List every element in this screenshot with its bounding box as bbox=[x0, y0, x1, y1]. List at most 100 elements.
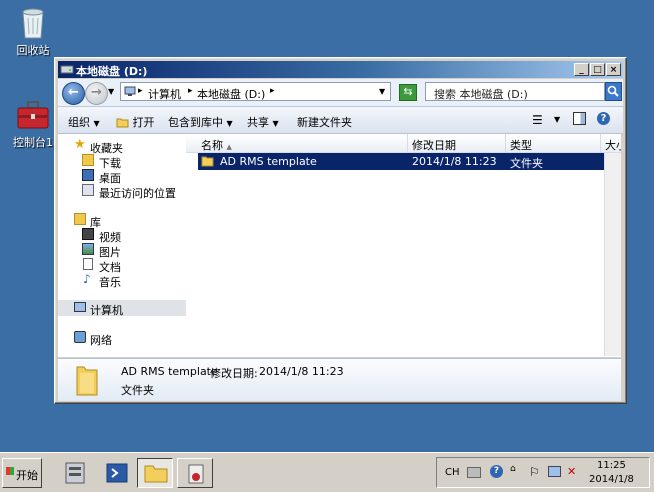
address-separator-icon: ▸ bbox=[270, 86, 275, 96]
chevron-down-icon: ▼ bbox=[272, 119, 279, 128]
organize-menu[interactable]: 组织 ▼ bbox=[68, 114, 100, 130]
explorer-folder-icon bbox=[144, 465, 168, 483]
forward-button[interactable]: → bbox=[85, 82, 108, 105]
recent-places-icon bbox=[82, 184, 94, 196]
details-pane: AD RMS template 修改日期: 2014/1/8 11:23 文件夹 bbox=[58, 358, 621, 401]
nav-music[interactable]: ♪ 音乐 bbox=[58, 272, 186, 289]
details-name: AD RMS template bbox=[121, 365, 218, 378]
taskbar-explorer-button[interactable] bbox=[137, 458, 173, 488]
address-crumb-drive[interactable]: 本地磁盘 (D:) bbox=[197, 86, 265, 102]
back-button[interactable]: ← bbox=[62, 82, 85, 105]
keyboard-icon[interactable] bbox=[467, 467, 481, 478]
new-folder-button[interactable]: 新建文件夹 bbox=[297, 114, 352, 130]
window-titlebar[interactable]: 本地磁盘 (D:) _ □ × bbox=[58, 61, 623, 78]
explorer-window: 本地磁盘 (D:) _ □ × ← → ▼ ▸ 计算机 ▸ 本地磁盘 (D:) … bbox=[54, 57, 627, 404]
details-type: 文件夹 bbox=[121, 384, 154, 397]
quicklaunch-server-manager[interactable] bbox=[60, 459, 90, 487]
navigation-pane: ★ 收藏夹 下载 桌面 最近访问的位置 库 视频 图片 文档 ♪ 音乐 计算机 … bbox=[58, 134, 187, 357]
nav-favorites[interactable]: ★ 收藏夹 bbox=[58, 137, 186, 155]
search-input[interactable]: 搜索 本地磁盘 (D:) bbox=[434, 86, 528, 102]
row-type: 文件夹 bbox=[510, 157, 543, 170]
document-icon bbox=[83, 258, 93, 270]
column-headers: 名称 ▲ 修改日期 类型 大小 bbox=[186, 134, 621, 153]
server-manager-icon bbox=[65, 462, 85, 484]
windows-logo-icon bbox=[6, 467, 14, 475]
toolbox-icon bbox=[17, 101, 49, 129]
nav-computer[interactable]: 计算机 bbox=[58, 300, 186, 317]
library-icon bbox=[74, 213, 86, 225]
column-type[interactable]: 类型 bbox=[510, 137, 532, 153]
network-icon bbox=[74, 331, 86, 343]
column-name[interactable]: 名称 ▲ bbox=[201, 137, 232, 153]
taskbar: 开始 CH ? ⌂ ⚐ ✕ 11:25 2014/1/8 bbox=[0, 452, 654, 492]
star-icon: ★ bbox=[74, 137, 86, 152]
command-bar: 组织 ▼ 打开 包含到库中 ▼ 共享 ▼ 新建文件夹 ☰ ▼ ? bbox=[58, 107, 623, 134]
computer-icon bbox=[74, 302, 86, 312]
taskbar-app-button[interactable] bbox=[177, 458, 213, 488]
recycle-bin-icon bbox=[22, 8, 44, 39]
system-tray: CH ? ⌂ ⚐ ✕ 11:25 2014/1/8 bbox=[436, 457, 650, 488]
folder-icon bbox=[201, 156, 214, 167]
view-options-icon[interactable]: ☰ bbox=[532, 113, 543, 127]
nav-recent-places[interactable]: 最近访问的位置 bbox=[58, 183, 186, 200]
share-menu[interactable]: 共享 ▼ bbox=[247, 114, 279, 130]
nav-videos[interactable]: 视频 bbox=[58, 227, 186, 244]
computer-small-icon bbox=[124, 86, 136, 96]
sort-ascending-icon: ▲ bbox=[226, 143, 232, 151]
application-icon bbox=[188, 464, 204, 484]
history-dropdown-icon[interactable]: ▼ bbox=[108, 87, 114, 96]
chevron-down-icon: ▼ bbox=[93, 119, 100, 128]
view-dropdown-icon[interactable]: ▼ bbox=[554, 115, 560, 124]
row-modified: 2014/1/8 11:23 bbox=[412, 155, 497, 168]
nav-desktop[interactable]: 桌面 bbox=[58, 168, 186, 185]
refresh-icon: ⇆ bbox=[403, 85, 413, 98]
language-indicator[interactable]: CH bbox=[445, 467, 460, 478]
nav-network[interactable]: 网络 bbox=[58, 330, 186, 347]
chevron-down-icon: ▼ bbox=[226, 119, 233, 128]
include-in-library-menu[interactable]: 包含到库中 ▼ bbox=[168, 114, 233, 130]
nav-documents[interactable]: 文档 bbox=[58, 257, 186, 274]
nav-libraries[interactable]: 库 bbox=[58, 212, 186, 229]
row-name: AD RMS template bbox=[220, 155, 317, 168]
preview-pane-icon[interactable] bbox=[573, 112, 586, 125]
help-icon[interactable]: ? bbox=[597, 112, 610, 125]
folder-open-icon bbox=[116, 118, 129, 128]
folder-large-icon bbox=[76, 366, 98, 396]
address-separator-icon: ▸ bbox=[188, 86, 193, 96]
volume-muted-icon[interactable]: ✕ bbox=[567, 465, 576, 478]
address-bar[interactable]: ▸ 计算机 ▸ 本地磁盘 (D:) ▸ ▼ bbox=[120, 82, 391, 101]
quicklaunch-powershell[interactable] bbox=[103, 459, 131, 487]
flag-icon[interactable]: ⚐ bbox=[529, 465, 540, 479]
clock-date[interactable]: 2014/1/8 bbox=[589, 474, 634, 485]
refresh-button[interactable]: ⇆ bbox=[399, 84, 417, 101]
network-tray-icon[interactable] bbox=[548, 466, 561, 477]
column-size[interactable]: 大小 bbox=[605, 137, 621, 153]
pictures-icon bbox=[82, 243, 94, 255]
column-modified[interactable]: 修改日期 bbox=[412, 137, 456, 153]
address-dropdown-icon[interactable]: ▼ bbox=[379, 87, 385, 96]
maximize-button[interactable]: □ bbox=[590, 63, 605, 76]
recycle-bin-label: 回收站 bbox=[16, 44, 50, 57]
details-modified: 2014/1/8 11:23 bbox=[259, 365, 344, 378]
nav-pictures[interactable]: 图片 bbox=[58, 242, 186, 259]
drive-icon bbox=[60, 65, 74, 74]
minimize-button[interactable]: _ bbox=[574, 63, 589, 76]
table-row[interactable]: AD RMS template 2014/1/8 11:23 文件夹 bbox=[198, 153, 621, 170]
address-separator-icon: ▸ bbox=[138, 86, 143, 96]
search-box[interactable]: 搜索 本地磁盘 (D:) bbox=[425, 82, 605, 101]
close-button[interactable]: × bbox=[606, 63, 621, 76]
video-icon bbox=[82, 228, 94, 240]
search-button[interactable] bbox=[605, 82, 622, 101]
help-circle-icon[interactable]: ? bbox=[490, 465, 503, 478]
clock-time[interactable]: 11:25 bbox=[597, 460, 626, 471]
recycle-bin-desktop-icon[interactable]: 回收站 bbox=[3, 6, 63, 58]
music-note-icon: ♪ bbox=[83, 272, 91, 286]
nav-downloads[interactable]: 下载 bbox=[58, 153, 186, 170]
downloads-folder-icon bbox=[82, 154, 94, 166]
open-button[interactable]: 打开 bbox=[116, 114, 155, 130]
tray-options-icon[interactable]: ⌂ bbox=[510, 464, 516, 474]
file-list: 名称 ▲ 修改日期 类型 大小 AD RMS template 2014/1/8… bbox=[186, 134, 621, 357]
address-crumb-computer[interactable]: 计算机 bbox=[148, 86, 181, 102]
scrollbar[interactable] bbox=[604, 153, 621, 356]
start-button[interactable]: 开始 bbox=[2, 458, 42, 488]
